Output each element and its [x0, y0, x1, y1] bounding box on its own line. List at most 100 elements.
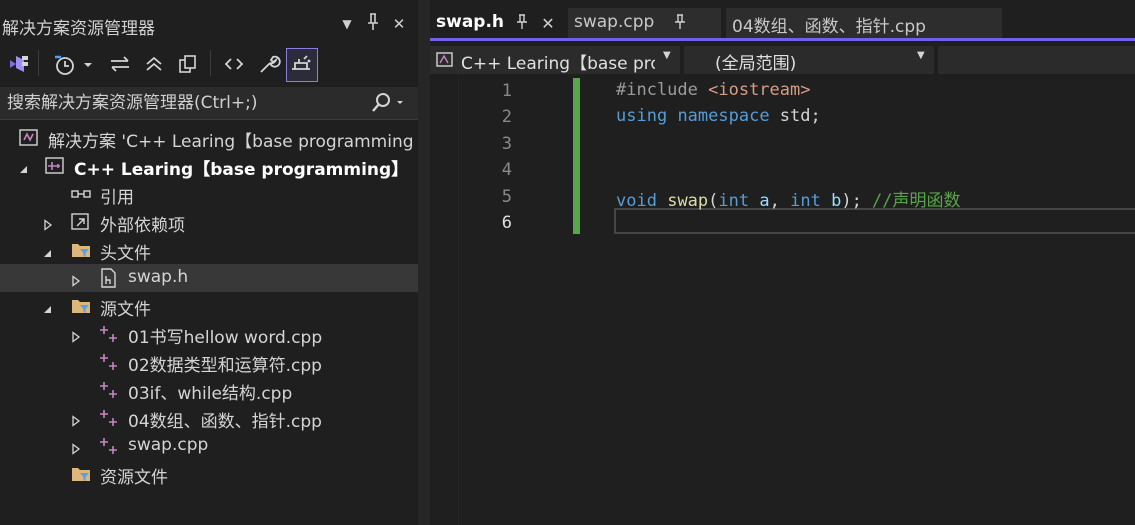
tab-label: 04数组、函数、指针.cpp [732, 17, 926, 37]
filter-folder-icon [70, 296, 92, 316]
explorer-search-input[interactable] [5, 89, 364, 117]
collapsed-arrow-icon[interactable] [70, 328, 82, 343]
show-all-files-icon[interactable] [174, 50, 202, 78]
line-number: 4 [501, 160, 512, 181]
external-deps-icon [70, 212, 92, 232]
code-line: 1 #include <iostream> [430, 79, 1135, 105]
tree-item-label: swap.h [128, 267, 189, 287]
view-code-icon[interactable] [220, 50, 248, 78]
cpp-file-icon [98, 436, 120, 456]
code-token: b [831, 190, 842, 211]
code-text-area[interactable]: 1 #include <iostream> 2 using namespace std… [430, 78, 1135, 525]
tab-close-icon[interactable]: ✕ [540, 14, 556, 33]
properties-wrench-icon[interactable] [254, 50, 282, 78]
tree-item-label: 头文件 [100, 244, 151, 264]
tab-04-cpp[interactable]: 04数组、函数、指针.cpp [726, 8, 1002, 38]
history-dropdown-icon[interactable] [80, 50, 96, 78]
cpp-file-icon [98, 408, 120, 428]
tab-pin-icon[interactable] [672, 14, 688, 32]
code-line: 2 using namespace std; [430, 105, 1135, 131]
panel-splitter[interactable] [418, 0, 430, 525]
preview-selected-items-icon[interactable] [286, 48, 318, 82]
code-text: using namespace std; [616, 106, 821, 126]
collapsed-arrow-icon[interactable] [70, 412, 82, 427]
project-icon [44, 156, 66, 176]
tree-item-label: C++ Learing【base programming】 [74, 160, 409, 180]
scope-dropdown[interactable]: (全局范围) ▼ [684, 46, 934, 74]
tree-item[interactable]: 解决方案 'C++ Learing【base programming [0, 124, 418, 152]
tree-item[interactable]: 02数据类型和运算符.cpp [0, 348, 418, 376]
code-token: void [616, 190, 657, 211]
project-dropdown[interactable]: C++ Learing【base pro ▼ [430, 46, 680, 74]
code-line: 3 [430, 132, 1135, 158]
references-icon [70, 184, 92, 204]
tab-label: swap.h [436, 12, 505, 32]
tree-item[interactable]: 04数组、函数、指针.cpp [0, 404, 418, 432]
tree-item-label: 源文件 [100, 300, 151, 320]
tree-item[interactable]: 引用 [0, 180, 418, 208]
sync-with-active-document-icon[interactable] [106, 50, 134, 78]
expanded-arrow-icon[interactable] [42, 300, 54, 313]
tree-item[interactable]: 外部依赖项 [0, 208, 418, 236]
tree-item-label: 资源文件 [100, 468, 168, 488]
project-icon [436, 52, 453, 67]
code-token: #include [616, 80, 709, 100]
close-explorer-button[interactable]: ✕ [388, 12, 410, 36]
tree-item[interactable]: 源文件 [0, 292, 418, 320]
expanded-arrow-icon[interactable] [42, 244, 54, 257]
line-number: 1 [501, 81, 512, 101]
history-icon[interactable] [50, 50, 78, 78]
tab-swap-cpp[interactable]: swap.cpp [568, 8, 721, 38]
collapsed-arrow-icon[interactable] [70, 440, 82, 455]
tree-item[interactable]: 资源文件 [0, 460, 418, 488]
code-token: int [790, 190, 821, 211]
line-number: 6 [501, 213, 512, 233]
tree-item[interactable]: C++ Learing【base programming】 [0, 152, 418, 180]
tree-item[interactable]: 01书写hellow word.cpp [0, 320, 418, 348]
collapse-all-icon[interactable] [140, 50, 168, 78]
tree-item[interactable]: 03if、while结构.cpp [0, 376, 418, 404]
filter-folder-icon [70, 464, 92, 484]
tree-item[interactable]: swap.cpp [0, 432, 418, 460]
collapsed-arrow-icon[interactable] [42, 216, 54, 231]
tab-swap-h[interactable]: swap.h ✕ [430, 8, 564, 38]
line-number: 3 [501, 133, 512, 154]
chevron-down-icon: ▼ [663, 50, 671, 61]
header-file-icon [98, 268, 120, 288]
tree-item-label: 01书写hellow word.cpp [128, 328, 323, 348]
toolbar-separator [38, 50, 39, 76]
tree-item-label: 外部依赖项 [100, 216, 185, 236]
pin-button[interactable] [362, 12, 384, 36]
toolbar-separator [210, 50, 211, 76]
code-token: swap [667, 190, 709, 211]
vs-solution-icon[interactable] [4, 50, 32, 78]
active-tab-accent [430, 38, 1135, 41]
member-dropdown[interactable] [938, 46, 1135, 74]
code-editor: swap.h ✕ swap.cpp 04数组、函数、指针.cpp C++ Lea… [430, 0, 1135, 525]
filter-folder-icon [70, 240, 92, 260]
collapsed-arrow-icon[interactable] [70, 272, 82, 287]
tab-pin-icon[interactable] [514, 14, 530, 32]
tree-item[interactable]: swap.h [0, 264, 418, 292]
tree-item-label: swap.cpp [128, 435, 209, 455]
code-token: ( [708, 190, 719, 211]
code-line: 4 [430, 158, 1135, 184]
search-icon[interactable] [368, 90, 408, 116]
explorer-search [0, 87, 418, 120]
expanded-arrow-icon[interactable] [18, 160, 30, 173]
solution-tree: 解决方案 'C++ Learing【base programming C++ Le… [0, 124, 418, 488]
solution-explorer: 解决方案资源管理器 ▼ ✕ 搜索解决方案资源管理器(Ctrl+;) 解决方案 '… [0, 0, 418, 525]
window-position-dropdown-button[interactable]: ▼ [336, 12, 358, 36]
code-line: 6 [430, 211, 1135, 237]
cpp-file-icon [98, 380, 120, 400]
code-text: void swap(int a, int b); //声明函数 [616, 186, 961, 211]
code-token: namespace [677, 106, 770, 127]
pin-icon [368, 13, 378, 30]
line-number: 5 [501, 186, 512, 207]
explorer-title: 解决方案资源管理器 [2, 19, 155, 39]
chevron-down-icon: ▼ [917, 50, 925, 61]
tree-item[interactable]: 头文件 [0, 236, 418, 264]
